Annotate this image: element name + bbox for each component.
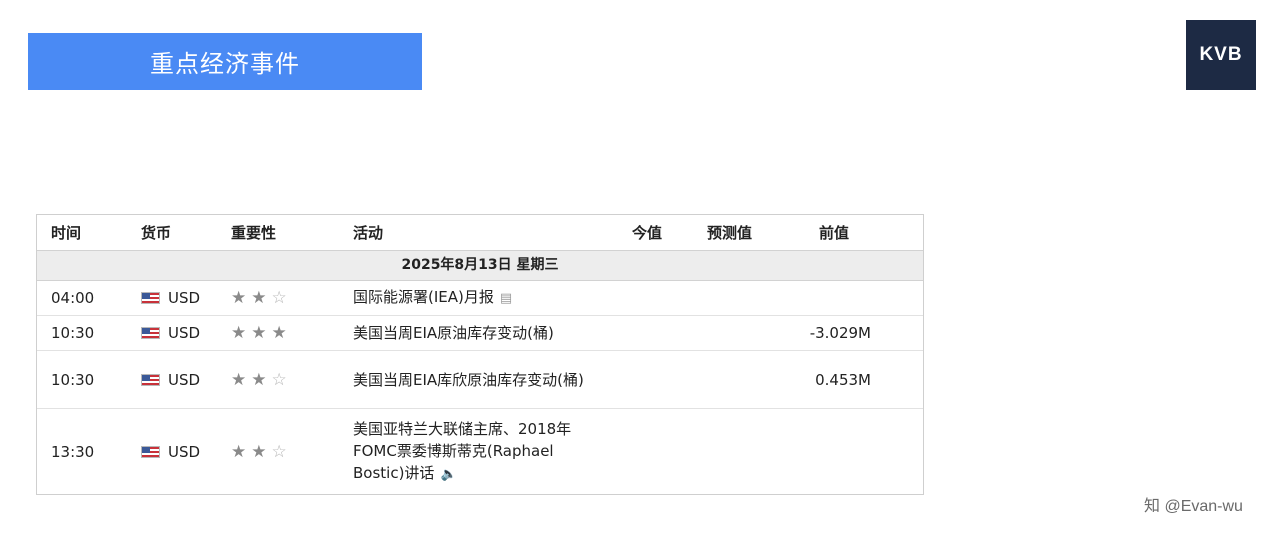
table-row[interactable]: 10:30 USD ★ ★ ☆ 美国当周EIA库欣原油库存变动(桶) 0.453M bbox=[37, 351, 923, 409]
event-currency: USD bbox=[141, 316, 231, 350]
event-previous bbox=[797, 409, 871, 495]
event-actual bbox=[632, 409, 672, 495]
table-row[interactable]: 04:00 USD ★ ★ ☆ 国际能源署(IEA)月报 ▤ bbox=[37, 281, 923, 316]
event-activity: 美国亚特兰大联储主席、2018年FOMC票委博斯蒂克(Raphael Bosti… bbox=[353, 409, 593, 495]
page-banner: 重点经济事件 bbox=[28, 33, 422, 90]
star-filled-icon: ★ bbox=[231, 442, 247, 462]
event-activity: 国际能源署(IEA)月报 ▤ bbox=[353, 281, 593, 315]
table-row[interactable]: 10:30 USD ★ ★ ★ 美国当周EIA原油库存变动(桶) -3.029M bbox=[37, 316, 923, 351]
star-filled-icon: ★ bbox=[251, 369, 267, 390]
activity-text[interactable]: 美国当周EIA库欣原油库存变动(桶) bbox=[353, 369, 584, 391]
star-filled-icon: ★ bbox=[251, 323, 267, 343]
star-filled-icon: ★ bbox=[231, 323, 247, 343]
event-currency: USD bbox=[141, 281, 231, 315]
event-currency: USD bbox=[141, 351, 231, 408]
us-flag-icon bbox=[141, 327, 160, 339]
table-header-row: 时间 货币 重要性 活动 今值 预测值 前值 bbox=[37, 215, 923, 250]
event-time: 13:30 bbox=[51, 443, 95, 461]
banner-title: 重点经济事件 bbox=[150, 50, 300, 78]
event-previous bbox=[797, 281, 871, 315]
us-flag-icon bbox=[141, 373, 160, 386]
header-forecast: 预测值 bbox=[707, 224, 753, 242]
event-forecast bbox=[707, 351, 787, 408]
header-activity: 活动 bbox=[353, 223, 384, 242]
activity-text[interactable]: 美国当周EIA原油库存变动(桶) bbox=[353, 322, 554, 344]
star-empty-icon: ☆ bbox=[271, 369, 287, 390]
activity-text[interactable]: 美国亚特兰大联储主席、2018年FOMC票委博斯蒂克(Raphael Bosti… bbox=[353, 420, 571, 482]
event-time: 04:00 bbox=[51, 289, 95, 307]
watermark: 知 @Evan-wu bbox=[1144, 498, 1243, 515]
importance-stars: ★ ★ ☆ bbox=[231, 351, 341, 408]
event-activity: 美国当周EIA原油库存变动(桶) bbox=[353, 316, 593, 350]
header-previous: 前值 bbox=[818, 224, 849, 242]
star-empty-icon: ☆ bbox=[271, 442, 287, 462]
event-previous: 0.453M bbox=[815, 370, 871, 389]
us-flag-icon bbox=[141, 446, 160, 458]
currency-code: USD bbox=[168, 324, 201, 342]
activity-text[interactable]: 国际能源署(IEA)月报 bbox=[353, 288, 494, 306]
star-filled-icon: ★ bbox=[231, 288, 247, 308]
event-activity: 美国当周EIA库欣原油库存变动(桶) bbox=[353, 351, 593, 408]
kvb-logo: KVB bbox=[1186, 20, 1256, 90]
speaker-icon[interactable]: 🔈 bbox=[440, 467, 456, 482]
table-row[interactable]: 13:30 USD ★ ★ ☆ 美国亚特兰大联储主席、2018年FOMC票委博斯蒂克(Ra… bbox=[37, 409, 923, 495]
logo-text: KVB bbox=[1199, 44, 1243, 65]
event-actual bbox=[632, 316, 672, 350]
importance-stars: ★ ★ ☆ bbox=[231, 409, 341, 495]
currency-code: USD bbox=[168, 370, 201, 389]
document-icon[interactable]: ▤ bbox=[500, 291, 512, 306]
star-filled-icon: ★ bbox=[271, 323, 287, 343]
star-filled-icon: ★ bbox=[251, 288, 267, 308]
event-forecast bbox=[707, 409, 787, 495]
event-previous: -3.029M bbox=[809, 324, 871, 342]
event-actual bbox=[632, 351, 672, 408]
header-currency: 货币 bbox=[141, 224, 172, 242]
importance-stars: ★ ★ ★ bbox=[231, 316, 341, 350]
importance-stars: ★ ★ ☆ bbox=[231, 281, 341, 315]
economic-calendar-table: 时间 货币 重要性 活动 今值 预测值 前值 2025年8月13日 星期三 04… bbox=[36, 214, 924, 495]
event-forecast bbox=[707, 316, 787, 350]
event-actual bbox=[632, 281, 672, 315]
event-time: 10:30 bbox=[51, 324, 95, 342]
event-time: 10:30 bbox=[51, 370, 95, 389]
date-row: 2025年8月13日 星期三 bbox=[37, 250, 923, 281]
event-currency: USD bbox=[141, 409, 231, 495]
header-time: 时间 bbox=[51, 224, 82, 242]
event-forecast bbox=[707, 281, 787, 315]
header-importance: 重要性 bbox=[231, 224, 277, 242]
star-filled-icon: ★ bbox=[251, 442, 267, 462]
star-empty-icon: ☆ bbox=[271, 288, 287, 308]
currency-code: USD bbox=[168, 289, 201, 307]
star-filled-icon: ★ bbox=[231, 369, 247, 390]
us-flag-icon bbox=[141, 292, 160, 304]
currency-code: USD bbox=[168, 443, 201, 461]
header-actual: 今值 bbox=[632, 224, 663, 242]
